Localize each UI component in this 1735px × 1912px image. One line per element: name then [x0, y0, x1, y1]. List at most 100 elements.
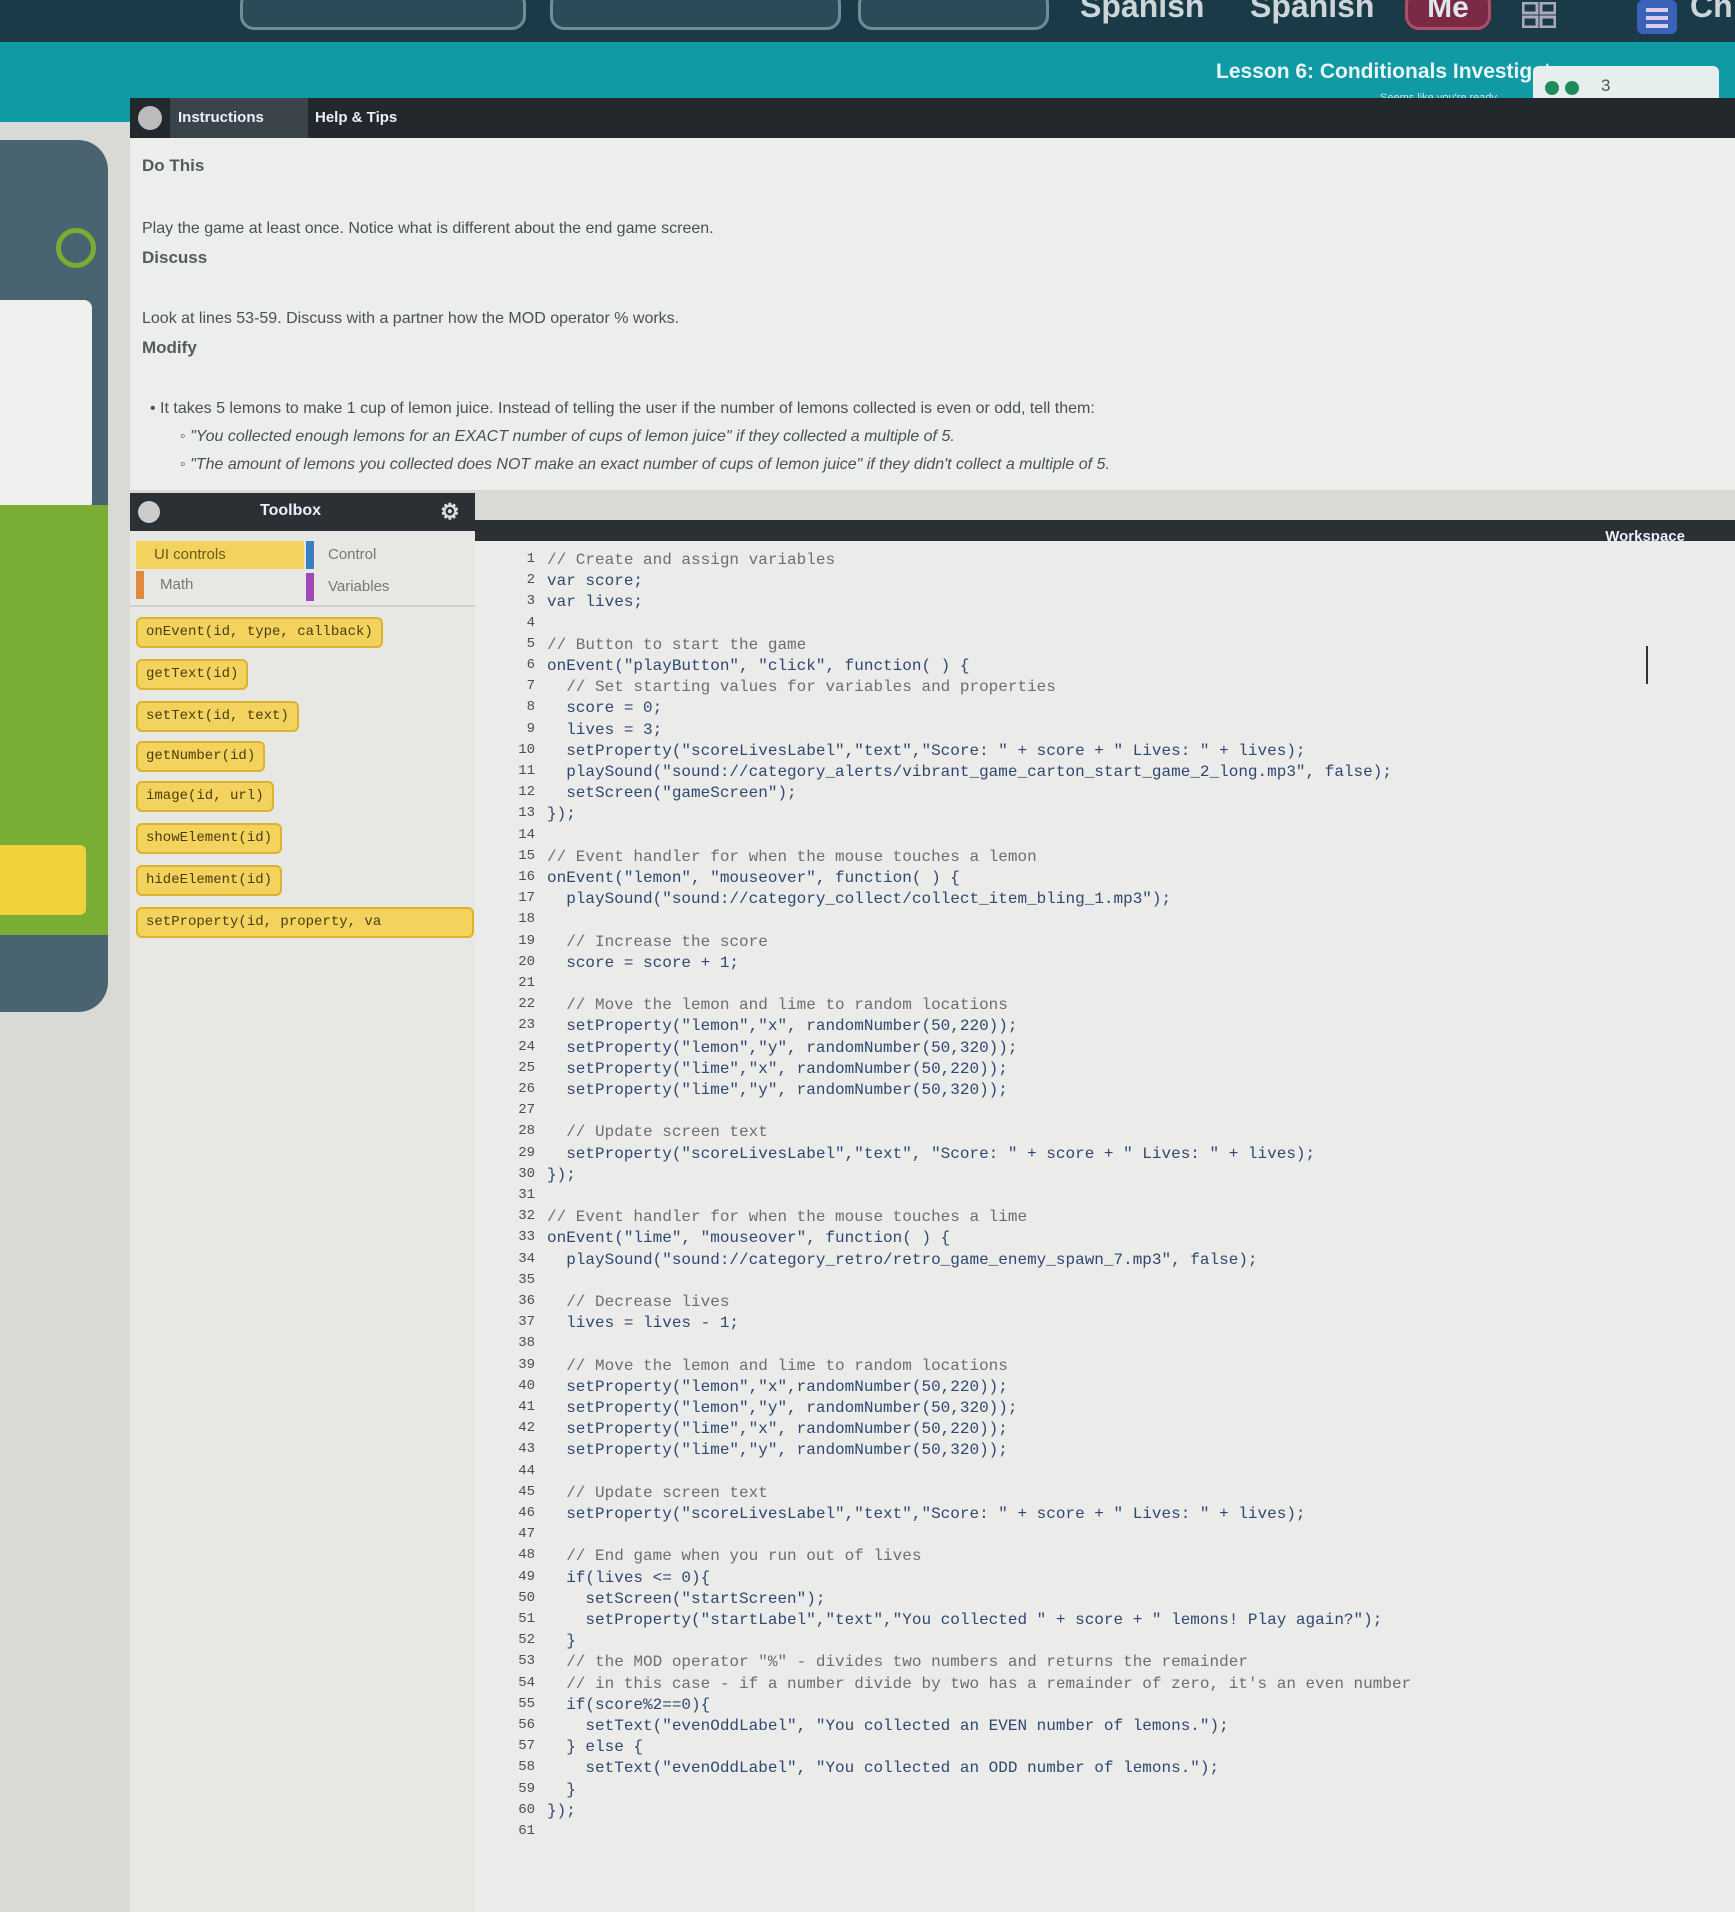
nav-pill-2[interactable]	[550, 0, 841, 30]
code-text: }	[547, 1780, 576, 1799]
line-number: 37	[518, 1314, 535, 1331]
code-text: // in this case - if a number divide by …	[547, 1674, 1412, 1693]
code-text: if(score%2==0){	[547, 1695, 711, 1714]
block-hideElement[interactable]: hideElement(id)	[136, 865, 283, 896]
block-setProperty[interactable]: setProperty(id, property, va	[136, 907, 474, 938]
code-text: score = score + 1;	[547, 953, 740, 972]
nav-pill-1[interactable]	[240, 0, 526, 30]
category-math[interactable]: Math	[136, 571, 193, 599]
category-variables[interactable]: Variables	[306, 573, 389, 601]
grid-icon[interactable]	[1521, 1, 1557, 29]
category-control[interactable]: Control	[306, 541, 376, 569]
code-editor[interactable]: 1 // Create and assign variables 2 var scor…	[475, 541, 1735, 1912]
code-text: onEvent("playButton", "click", function(…	[547, 657, 970, 675]
line-number: 8	[526, 699, 535, 716]
code-text: });	[547, 805, 576, 824]
code-text: setProperty("lime","y", randomNumber(50,…	[547, 1441, 1008, 1460]
line-number: 25	[518, 1059, 535, 1076]
gear-icon[interactable]: ⚙	[440, 499, 460, 525]
toolbox-divider	[130, 605, 475, 607]
instructions-tabs: Instructions Help & Tips	[130, 98, 1735, 138]
code-text: setProperty("scoreLivesLabel","text","Sc…	[547, 741, 1306, 760]
block-onEvent[interactable]: onEvent(id, type, callback)	[136, 617, 383, 648]
block-setText[interactable]: setText(id, text)	[136, 701, 299, 732]
instructions-panel: Instructions Help & Tips Do This Play th…	[130, 98, 1735, 490]
line-number: 12	[518, 784, 535, 801]
code-text: lives = lives - 1;	[547, 1314, 740, 1333]
line-number: 31	[518, 1187, 535, 1203]
code-text: // Move the lemon and lime to random loc…	[547, 996, 1008, 1015]
code-text: lives = 3;	[547, 720, 663, 739]
code-text: // Move the lemon and lime to random loc…	[547, 1356, 1008, 1375]
line-number: 44	[518, 1462, 535, 1479]
line-number: 5	[526, 635, 535, 652]
code-text: setProperty("lime","x", randomNumber(50,…	[547, 1059, 1008, 1078]
block-getNumber[interactable]: getNumber(id)	[136, 741, 266, 772]
nav-spanish-1[interactable]: Spanish	[1080, 0, 1204, 25]
line-number: 39	[518, 1356, 535, 1373]
progress-level[interactable]: 3	[1601, 76, 1610, 96]
code-text: setProperty("lemon","y", randomNumber(50…	[547, 1399, 1018, 1417]
block-image[interactable]: image(id, url)	[136, 781, 274, 812]
collapse-icon[interactable]	[138, 501, 160, 523]
code-text: onEvent("lemon", "mouseover", function( …	[547, 869, 960, 887]
section-heading-modify: Modify	[142, 338, 197, 357]
line-number: 26	[518, 1081, 535, 1097]
nav-ch[interactable]: Ch	[1690, 0, 1733, 25]
line-number: 60	[518, 1801, 535, 1818]
side-card	[0, 300, 92, 510]
line-number: 51	[518, 1611, 535, 1627]
code-text: } else {	[547, 1738, 644, 1757]
code-text: setProperty("startLabel","text","You col…	[547, 1611, 1383, 1629]
nav-spanish-2[interactable]: Spanish	[1250, 0, 1374, 25]
collapse-icon[interactable]	[138, 106, 162, 130]
me-button[interactable]: Me	[1405, 0, 1491, 30]
code-text: setScreen("startScreen");	[547, 1589, 826, 1608]
line-number: 58	[518, 1759, 535, 1776]
line-number: 21	[518, 975, 535, 991]
lesson-title: Lesson 6: Conditionals Investigate	[1216, 60, 1563, 83]
code-text: // Increase the score	[547, 932, 768, 951]
modify-subbullet-1: ◦ "You collected enough lemons for an EX…	[180, 428, 955, 445]
toolbox-panel: Toolbox ⚙ UI controls Control Math Varia…	[130, 493, 475, 1912]
code-text: setProperty("lemon","x",randomNumber(50,…	[547, 1377, 1008, 1396]
line-number: 56	[518, 1717, 535, 1733]
code-text: var score;	[547, 572, 644, 591]
block-getText[interactable]: getText(id)	[136, 659, 249, 690]
pencil-icon[interactable]	[56, 228, 96, 268]
side-yellow-block[interactable]	[0, 845, 86, 915]
line-number: 10	[518, 741, 535, 758]
block-showElement[interactable]: showElement(id)	[136, 823, 283, 854]
menu-icon[interactable]	[1637, 0, 1677, 34]
line-number: 55	[518, 1695, 535, 1712]
code-text: setProperty("scoreLivesLabel","text", "S…	[547, 1144, 1316, 1163]
code-text: // End game when you run out of lives	[547, 1547, 922, 1566]
code-text: });	[547, 1165, 576, 1184]
tab-help-tips[interactable]: Help & Tips	[305, 98, 455, 138]
line-number: 59	[518, 1780, 535, 1797]
line-number: 57	[518, 1738, 535, 1755]
line-number: 42	[518, 1420, 535, 1437]
code-text: });	[547, 1801, 576, 1820]
line-number: 32	[518, 1208, 535, 1225]
code-text: setProperty("lime","x", randomNumber(50,…	[547, 1420, 1008, 1439]
section-heading-discuss: Discuss	[142, 248, 208, 267]
nav-pill-3[interactable]	[858, 0, 1049, 30]
line-number: 23	[518, 1017, 535, 1034]
tab-instructions[interactable]: Instructions	[170, 98, 308, 138]
code-text: // Event handler for when the mouse touc…	[547, 847, 1037, 866]
progress-dot[interactable]	[1545, 81, 1559, 95]
line-number: 18	[518, 911, 535, 928]
code-text: setProperty("scoreLivesLabel","text","Sc…	[547, 1505, 1306, 1523]
line-number: 19	[518, 932, 535, 949]
code-text: // Event handler for when the mouse touc…	[547, 1208, 1028, 1227]
code-text: playSound("sound://category_retro/retro_…	[547, 1250, 1258, 1269]
line-number: 28	[518, 1123, 535, 1140]
progress-dot[interactable]	[1565, 81, 1579, 95]
code-text: // the MOD operator "%" - divides two nu…	[547, 1653, 1248, 1672]
line-number: 3	[526, 593, 535, 610]
line-number: 30	[518, 1165, 535, 1182]
text-cursor	[1646, 646, 1648, 684]
category-ui-controls[interactable]: UI controls	[136, 541, 304, 569]
line-number: 43	[518, 1441, 535, 1458]
